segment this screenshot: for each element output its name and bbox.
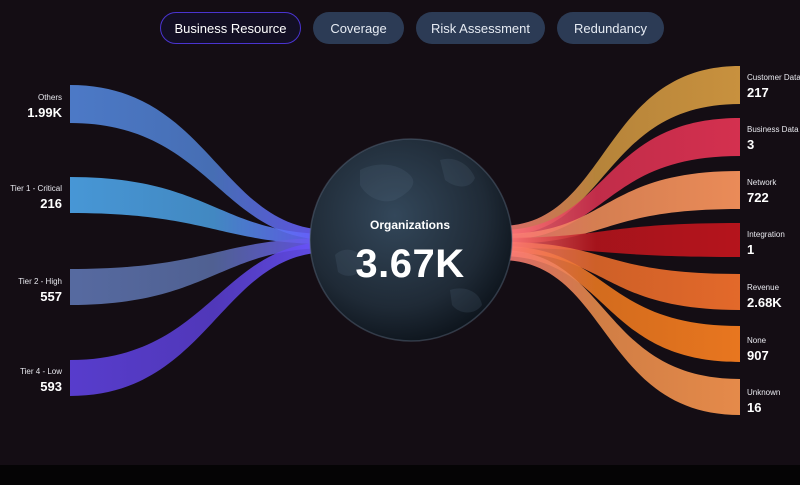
source-label-others: Others 1.99K	[0, 93, 62, 121]
target-value: 2.68K	[747, 295, 782, 310]
target-name: Unknown	[747, 388, 781, 397]
target-name: None	[747, 336, 767, 345]
source-label-tier2: Tier 2 - High 557	[0, 277, 62, 305]
target-name: Revenue	[747, 283, 780, 292]
target-label-unknown: Unknown 16	[747, 388, 780, 416]
center-title: Organizations	[369, 218, 450, 232]
target-label-integration: Integration 1	[747, 230, 785, 258]
source-name: Tier 1 - Critical	[10, 184, 62, 193]
source-flow-ribbon	[70, 177, 330, 244]
target-name: Customer Data	[747, 73, 800, 82]
target-value: 907	[747, 348, 769, 363]
target-label-none: None 907	[747, 336, 769, 364]
target-label-network: Network 722	[747, 178, 776, 206]
bottom-bar	[0, 465, 800, 485]
source-label-tier4: Tier 4 - Low 593	[0, 367, 62, 395]
target-label-customer-data: Customer Data 217	[747, 73, 800, 101]
source-name: Others	[37, 93, 62, 102]
source-name: Tier 4 - Low	[20, 367, 62, 376]
target-name: Network	[747, 178, 777, 187]
source-label-tier1: Tier 1 - Critical 216	[0, 184, 62, 212]
source-value: 557	[40, 289, 62, 304]
globe-icon	[309, 138, 513, 342]
source-value: 216	[40, 196, 62, 211]
target-label-revenue: Revenue 2.68K	[747, 283, 782, 311]
source-value: 593	[40, 379, 62, 394]
source-value: 1.99K	[27, 105, 62, 120]
target-name: Business Data	[747, 125, 799, 134]
target-value: 217	[747, 85, 769, 100]
target-value: 722	[747, 190, 769, 205]
target-value: 3	[747, 137, 755, 152]
source-name: Tier 2 - High	[18, 277, 62, 286]
target-value: 16	[747, 400, 762, 415]
target-label-business-data: Business Data 3	[747, 125, 799, 153]
center-value: 3.67K	[355, 242, 465, 286]
target-value: 1	[747, 242, 755, 257]
target-name: Integration	[747, 230, 785, 239]
